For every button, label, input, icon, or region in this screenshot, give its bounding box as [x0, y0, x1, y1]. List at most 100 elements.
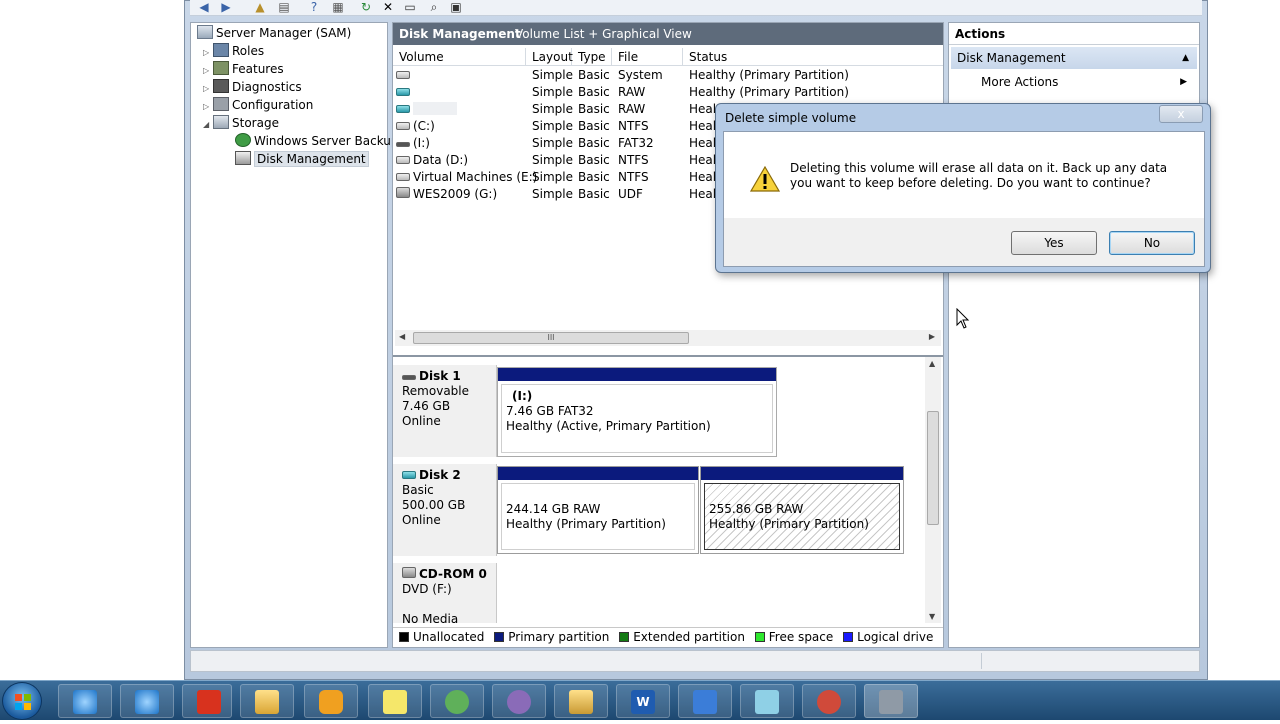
taskbar-app-red[interactable] [182, 684, 232, 718]
collapse-arrow-icon[interactable]: ◢ [203, 116, 213, 134]
legend-swatch [619, 632, 630, 642]
no-button[interactable]: No [1109, 231, 1195, 255]
warning-icon [750, 166, 780, 192]
drive-icon [396, 173, 410, 181]
legend-item: Logical drive [843, 630, 933, 644]
taskbar-network[interactable] [430, 684, 484, 718]
status-divider [981, 653, 982, 669]
scroll-right-icon[interactable]: ▶ [929, 332, 935, 341]
properties-icon[interactable]: ▦ [330, 0, 346, 14]
primary-partition-bar [498, 368, 776, 381]
dialog-message: Deleting this volume will erase all data… [790, 161, 1168, 190]
tree-item-disk-management[interactable]: Disk Management [235, 150, 369, 168]
horizontal-scrollbar[interactable]: ◀ III ▶ [395, 330, 941, 346]
roles-icon [213, 43, 229, 57]
back-icon[interactable]: ◀ [196, 0, 212, 14]
scrollbar-thumb[interactable]: III [413, 332, 689, 344]
tree-item-storage[interactable]: ◢ Storage [203, 114, 279, 132]
vertical-scrollbar[interactable]: ▲ ▼ [925, 357, 941, 623]
disk-2-label[interactable]: Disk 2 Basic 500.00 GB Online [393, 464, 497, 556]
tree-item-features[interactable]: ▷ Features [203, 60, 284, 78]
partition-disk2-2-selected[interactable]: 255.86 GB RAW Healthy (Primary Partition… [700, 466, 904, 554]
tree-item-diagnostics[interactable]: ▷ Diagnostics [203, 78, 302, 96]
taskbar-ie-2[interactable] [120, 684, 174, 718]
tree-item-configuration[interactable]: ▷ Configuration [203, 96, 313, 114]
disk-management-icon [235, 151, 251, 165]
partition-disk1-i[interactable]: (I:) 7.46 GB FAT32 Healthy (Active, Prim… [497, 367, 777, 457]
status-bar [190, 650, 1200, 672]
sticky-notes-icon [383, 690, 407, 714]
close-icon: x [1177, 107, 1185, 121]
taskbar-word[interactable]: W [616, 684, 670, 718]
column-status[interactable]: Status [683, 48, 943, 66]
taskbar-ie-1[interactable] [58, 684, 112, 718]
tree-item-windows-server-backup[interactable]: Windows Server Backup [235, 132, 399, 150]
hard-disk-icon [402, 471, 416, 479]
taskbar-paint[interactable] [802, 684, 856, 718]
cdrom-0-label[interactable]: CD-ROM 0 DVD (F:) No Media [393, 563, 497, 626]
server-manager-icon [879, 690, 903, 714]
word-icon: W [631, 690, 655, 714]
legend-item: Extended partition [619, 630, 745, 644]
primary-partition-bar [701, 467, 903, 480]
disk-properties-icon[interactable]: ▣ [448, 0, 464, 14]
taskbar-journal[interactable] [678, 684, 732, 718]
column-file-system[interactable]: File System [612, 48, 683, 82]
taskbar-sticky-notes[interactable] [368, 684, 422, 718]
start-button[interactable] [2, 682, 42, 720]
dialog-title: Delete simple volume [725, 111, 857, 125]
taskbar-explorer[interactable] [240, 684, 294, 718]
scroll-up-icon[interactable]: ▲ [929, 359, 935, 368]
drive-icon [396, 156, 410, 164]
open-icon[interactable]: ▭ [402, 0, 418, 14]
forward-icon[interactable]: ▶ [218, 0, 234, 14]
taskbar-folder[interactable] [554, 684, 608, 718]
paint-icon [817, 690, 841, 714]
legend-swatch [494, 632, 505, 642]
close-button[interactable]: x [1159, 105, 1203, 123]
column-volume[interactable]: Volume [393, 48, 526, 66]
media-icon [319, 690, 343, 714]
up-folder-icon[interactable]: ▲ [252, 0, 268, 14]
configuration-icon [213, 97, 229, 111]
features-icon [213, 61, 229, 75]
show-hide-tree-icon[interactable]: ▤ [276, 0, 292, 14]
diagnostics-icon [213, 79, 229, 93]
disk-1-label[interactable]: Disk 1 Removable 7.46 GB Online [393, 365, 497, 457]
navigation-tree: Server Manager (SAM) ▷ Roles ▷ Features ▷ D… [190, 22, 399, 648]
app-red-icon [197, 690, 221, 714]
ie-icon [73, 690, 97, 714]
refresh-icon[interactable]: ↻ [358, 0, 374, 14]
taskbar-messenger[interactable] [492, 684, 546, 718]
help-icon[interactable]: ? [306, 0, 322, 14]
collapse-icon[interactable]: ▲ [1182, 47, 1189, 69]
yes-button[interactable]: Yes [1011, 231, 1097, 255]
scrollbar-thumb[interactable] [927, 411, 939, 525]
column-type[interactable]: Type [572, 48, 612, 66]
legend-swatch [754, 632, 765, 642]
column-layout[interactable]: Layout [526, 48, 573, 66]
scroll-left-icon[interactable]: ◀ [399, 332, 405, 341]
taskbar-server-manager[interactable] [864, 684, 918, 718]
legend-swatch [399, 632, 409, 642]
dvd-drive-icon [402, 567, 416, 578]
tree-item-server-manager[interactable]: Server Manager (SAM) [197, 24, 351, 42]
volume-row[interactable]: Simple Basic RAW Healthy (Primary Partit… [393, 84, 943, 101]
primary-partition-bar [498, 467, 698, 480]
network-icon [445, 690, 469, 714]
dialog-body: Deleting this volume will erase all data… [723, 131, 1205, 267]
taskbar-notepad[interactable] [740, 684, 794, 718]
more-actions-item[interactable]: More Actions ▶ [981, 73, 1191, 91]
taskbar-media[interactable] [304, 684, 358, 718]
tree-item-roles[interactable]: ▷ Roles [203, 42, 264, 60]
actions-section-disk-management[interactable]: Disk Management ▲ [951, 47, 1197, 69]
delete-icon[interactable]: ✕ [380, 0, 396, 14]
actions-title: Actions [949, 23, 1199, 45]
mouse-cursor-icon [956, 308, 970, 329]
partition-disk2-1[interactable]: 244.14 GB RAW Healthy (Primary Partition… [497, 466, 699, 554]
delete-volume-dialog: Delete simple volume x Deleting this vol… [715, 103, 1211, 273]
notepad-icon [755, 690, 779, 714]
volume-row[interactable]: Simple Basic Healthy (Primary Partition) [393, 67, 943, 84]
search-icon[interactable]: ⌕ [426, 0, 442, 14]
scroll-down-icon[interactable]: ▼ [929, 612, 935, 621]
